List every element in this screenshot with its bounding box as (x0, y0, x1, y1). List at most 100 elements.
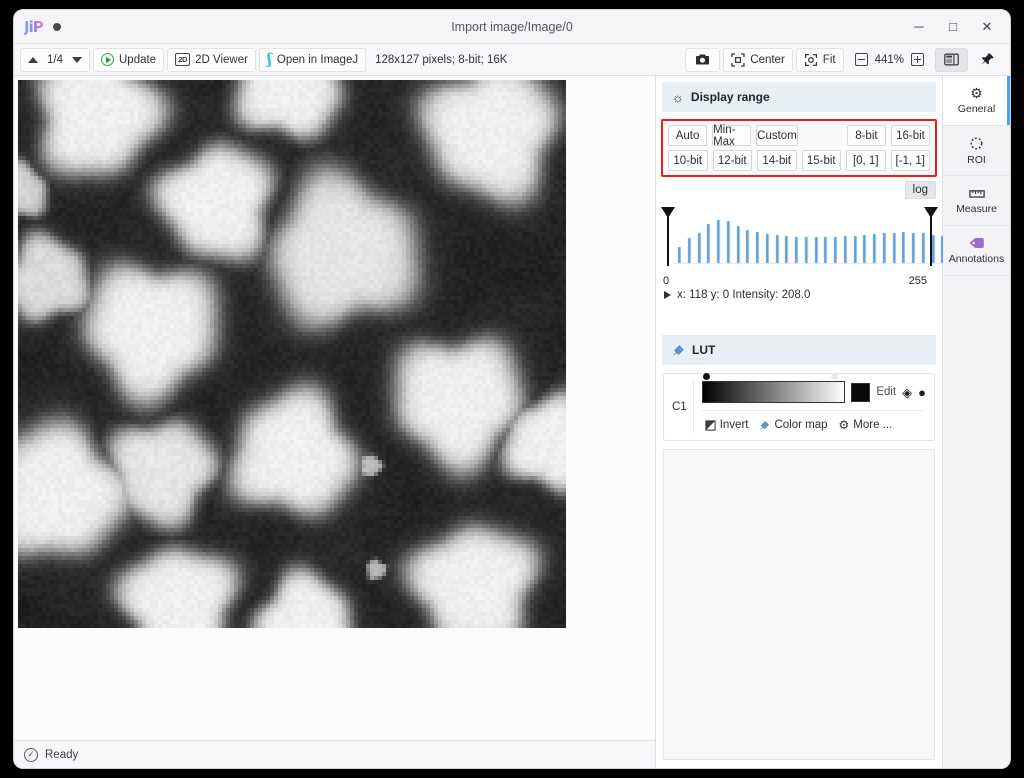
microscopy-image[interactable] (18, 80, 566, 628)
lut-controls: Edit ◈ ● Invert (702, 381, 926, 433)
lut-min-knob[interactable] (703, 373, 710, 380)
display-range-row-2: 10-bit 12-bit 14-bit 15-bit [0, 1] [-1, … (668, 150, 930, 171)
display-range-buttons: Auto Min-Max Custom 8-bit 16-bit 10-bit … (661, 119, 937, 177)
open-in-imagej-button[interactable]: ʃ Open in ImageJ (259, 48, 366, 72)
title-bar: JiP Import image/Image/0 ─ □ ✕ (14, 10, 1010, 44)
chevron-down-icon[interactable] (72, 57, 82, 63)
lut-icon (672, 344, 685, 357)
lut-edit-button[interactable]: Edit (876, 386, 896, 398)
general-tab-content: ☼ Display range Auto Min-Max Custom 8-bi… (656, 76, 942, 768)
tag-icon (969, 236, 985, 250)
pixel-readout[interactable]: x: 118 y: 0 Intensity: 208.0 (656, 287, 942, 301)
pin-icon (980, 52, 995, 67)
2d-viewer-button[interactable]: 2D 2D Viewer (167, 48, 256, 72)
histogram-max-label: 255 (909, 275, 927, 287)
range-custom-button[interactable]: Custom (756, 125, 798, 146)
pin-button[interactable] (971, 48, 1004, 72)
max-handle-stem (930, 211, 932, 266)
image-canvas-area[interactable] (14, 76, 655, 740)
lut-more-button[interactable]: ⚙ More ... (836, 417, 896, 433)
zoom-stepper[interactable]: 1/4 (20, 48, 90, 72)
zoom-in-icon[interactable] (911, 53, 924, 66)
tab-roi[interactable]: ROI (943, 126, 1010, 176)
fit-button[interactable]: Fit (796, 48, 844, 72)
zoom-percent-label: 441% (875, 54, 904, 66)
tab-measure[interactable]: Measure (943, 176, 1010, 226)
chevron-up-icon[interactable] (28, 57, 38, 63)
maximize-icon[interactable]: □ (938, 14, 968, 40)
snapshot-button[interactable] (685, 48, 720, 72)
range-8bit-button[interactable]: 8-bit (847, 125, 886, 146)
status-text: Ready (45, 749, 78, 761)
toggle-side-panel-button[interactable] (935, 48, 968, 72)
display-range-header: ☼ Display range (662, 82, 936, 112)
range-neg1-1-button[interactable]: [-1, 1] (891, 150, 931, 171)
page-title: Import image/Image/0 (14, 20, 1010, 34)
zoom-controls[interactable]: 441% (847, 48, 932, 72)
right-panel: ☼ Display range Auto Min-Max Custom 8-bi… (656, 76, 1010, 768)
lut-colormap-label: Color map (774, 419, 827, 431)
update-label: Update (119, 54, 156, 66)
gear-icon: ⚙ (970, 86, 983, 100)
tab-indicator-dot[interactable] (53, 23, 61, 31)
tab-general-label: General (958, 103, 995, 115)
expand-caret-icon[interactable] (664, 291, 671, 299)
center-label: Center (750, 54, 785, 66)
ruler-icon (969, 187, 985, 200)
invert-icon (705, 420, 716, 431)
lut-invert-button[interactable]: Invert (702, 418, 752, 432)
log-scale-button[interactable]: log (905, 181, 936, 199)
tab-annotations[interactable]: Annotations (943, 226, 1010, 276)
lut-header: LUT (662, 335, 936, 365)
min-handle-stem (667, 211, 669, 266)
range-15bit-button[interactable]: 15-bit (802, 150, 842, 171)
droplet-outline-icon[interactable]: ◈ (902, 386, 912, 399)
app-logo: JiP (24, 18, 43, 36)
histogram-scale-row: log (656, 177, 942, 199)
lut-gradient-bar[interactable] (702, 381, 846, 403)
lut-more-label: More ... (853, 419, 892, 431)
titlebar-left: JiP (14, 18, 61, 36)
lut-max-knob[interactable] (831, 373, 838, 380)
window-controls: ─ □ ✕ (904, 14, 1010, 40)
center-button[interactable]: Center (723, 48, 793, 72)
2d-icon: 2D (175, 53, 190, 66)
right-tab-strip: ⚙ General ROI Measure (942, 76, 1010, 768)
zoom-out-icon[interactable] (855, 53, 868, 66)
update-button[interactable]: Update (93, 48, 164, 72)
display-range-row-1: Auto Min-Max Custom 8-bit 16-bit (668, 125, 930, 146)
tab-general[interactable]: ⚙ General (943, 76, 1010, 126)
intensity-histogram[interactable]: 0 255 (662, 201, 936, 287)
range-10bit-button[interactable]: 10-bit (668, 150, 708, 171)
gear-icon: ⚙ (839, 418, 850, 432)
viewer-pane: ✓ Ready (14, 76, 656, 768)
minimize-icon[interactable]: ─ (904, 14, 934, 40)
brightness-icon: ☼ (672, 91, 684, 104)
range-14bit-button[interactable]: 14-bit (757, 150, 797, 171)
app-window: JiP Import image/Image/0 ─ □ ✕ 1/4 Updat… (14, 10, 1010, 768)
lut-invert-label: Invert (720, 419, 749, 431)
window-body: ✓ Ready ☼ Display range Auto Min-Max Cus… (14, 76, 1010, 768)
range-01-button[interactable]: [0, 1] (846, 150, 886, 171)
range-auto-button[interactable]: Auto (668, 125, 707, 146)
lut-colormap-button[interactable]: Color map (756, 418, 830, 432)
image-metadata-label: 128x127 pixels; 8-bit; 16K (369, 54, 513, 66)
open-in-imagej-label: Open in ImageJ (277, 54, 358, 66)
center-icon (731, 53, 745, 67)
lut-color-swatch[interactable] (851, 383, 870, 402)
zoom-fraction-label: 1/4 (45, 54, 65, 66)
fit-label: Fit (823, 54, 836, 66)
tab-roi-label: ROI (967, 154, 986, 166)
main-toolbar: 1/4 Update 2D 2D Viewer ʃ Open in ImageJ… (14, 44, 1010, 76)
lut-channel-label: C1 (672, 381, 694, 433)
play-icon (101, 53, 114, 66)
check-circle-icon: ✓ (24, 748, 38, 762)
droplet-filled-icon[interactable]: ● (918, 386, 926, 399)
range-spacer (803, 125, 842, 146)
range-12bit-button[interactable]: 12-bit (713, 150, 753, 171)
imagej-icon: ʃ (267, 52, 272, 67)
close-icon[interactable]: ✕ (972, 14, 1002, 40)
range-16bit-button[interactable]: 16-bit (891, 125, 930, 146)
range-minmax-button[interactable]: Min-Max (712, 125, 751, 146)
2d-viewer-label: 2D Viewer (195, 54, 248, 66)
